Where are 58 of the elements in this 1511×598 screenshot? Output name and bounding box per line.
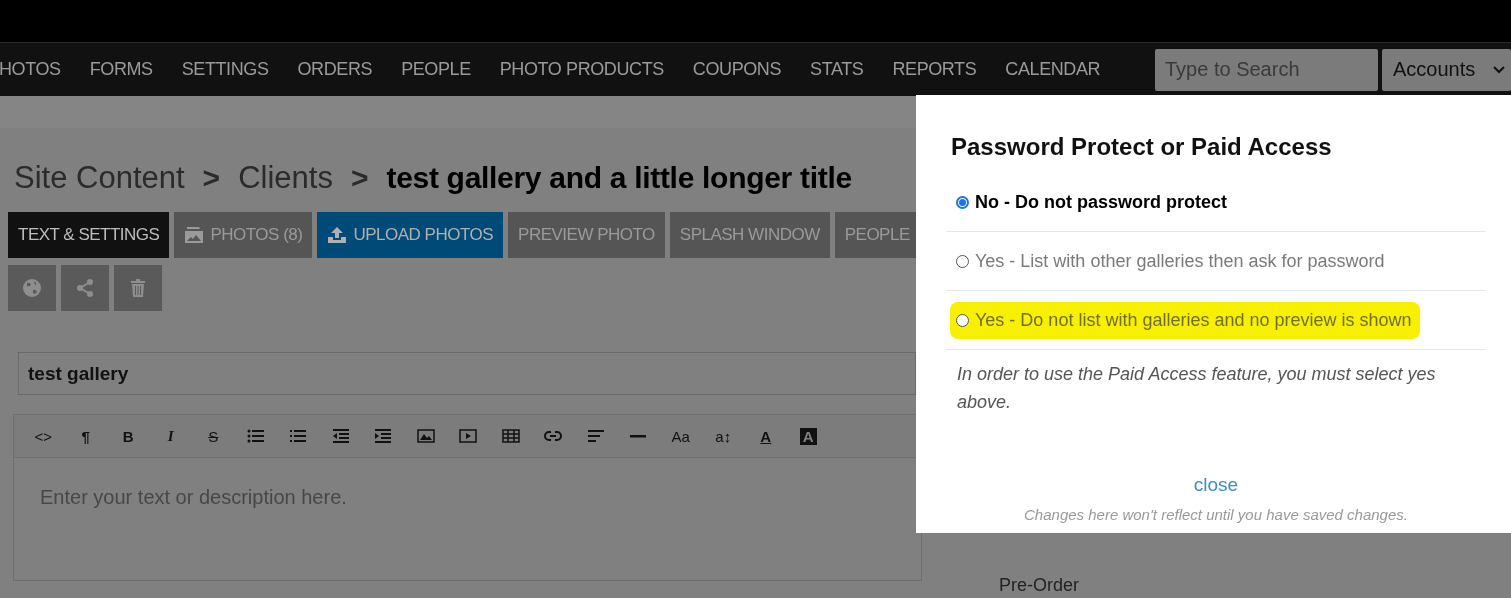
caret-icon[interactable] <box>1493 65 1505 74</box>
bulleted-list-icon[interactable] <box>246 427 265 445</box>
option-label[interactable]: No - Do not password protect <box>973 189 1229 215</box>
video-icon[interactable] <box>459 427 478 445</box>
tab[interactable]: UPLOAD PHOTOS <box>317 212 504 258</box>
upload-icon <box>327 226 348 244</box>
nav-item[interactable]: COUPONS <box>692 59 782 80</box>
title-field[interactable]: test gallery <box>18 352 916 395</box>
accounts-dropdown[interactable]: Accounts <box>1382 48 1511 91</box>
list-item[interactable]: Pre-Order <box>984 568 1444 598</box>
format-button[interactable]: Aa <box>671 427 690 445</box>
breadcrumb-separator: > <box>350 161 369 195</box>
photo-icon <box>184 226 205 244</box>
image-icon[interactable] <box>416 427 435 445</box>
indent-icon[interactable] <box>374 427 393 445</box>
format-button[interactable]: I <box>167 427 174 445</box>
nav-item[interactable]: STATS <box>810 59 864 80</box>
nav-item[interactable]: FORMS <box>89 59 153 80</box>
radio-button[interactable] <box>956 254 969 268</box>
radio-button[interactable] <box>956 195 969 209</box>
trash-icon <box>128 278 148 298</box>
numbered-list-icon[interactable] <box>289 427 308 445</box>
format-button[interactable]: A <box>760 427 772 445</box>
tab[interactable]: TEXT & SETTINGS <box>8 212 170 258</box>
note-text: In order to use the Paid Access feature, you must select yes above. <box>957 363 1437 414</box>
breadcrumb-link[interactable]: Clients <box>238 160 333 196</box>
format-button[interactable]: B <box>122 427 134 445</box>
radio-button[interactable] <box>956 313 969 327</box>
text-editor[interactable]: <> ¶ B I S Aa a↕ A A Enter your text or description here. <box>13 414 922 581</box>
nav-item[interactable]: HOTOS <box>0 59 61 80</box>
nav-item[interactable]: CALENDAR <box>1005 59 1101 80</box>
page-title: test gallery and a little longer title <box>386 161 852 195</box>
format-button[interactable]: S <box>208 427 219 445</box>
nav-item[interactable]: ORDERS <box>297 59 373 80</box>
nav-item[interactable]: PEOPLE <box>401 59 471 80</box>
share-icon <box>75 278 95 298</box>
search-field[interactable]: Type to Search <box>1155 48 1378 91</box>
table-icon[interactable] <box>501 427 520 445</box>
option-label[interactable]: Yes - Do not list with galleries and no preview is shown <box>973 307 1414 333</box>
tab[interactable]: SPLASH WINDOW <box>669 212 830 258</box>
footnote-text: Changes here won't reflect until you have saved changes. <box>1023 506 1409 523</box>
nav-item[interactable]: SETTINGS <box>181 59 269 80</box>
format-button[interactable]: <> <box>34 427 52 445</box>
outdent-icon[interactable] <box>331 427 350 445</box>
tab[interactable]: PREVIEW PHOTO <box>508 212 665 258</box>
format-button[interactable]: ¶ <box>81 427 90 445</box>
format-button[interactable]: A <box>799 427 817 445</box>
nav-item[interactable]: REPORTS <box>892 59 977 80</box>
option-label[interactable]: Yes - List with other galleries then ask for password <box>973 248 1387 274</box>
modal-title: Password Protect or Paid Access <box>951 133 1333 161</box>
nav-item[interactable]: PHOTO PRODUCTS <box>499 59 664 80</box>
format-button[interactable]: a↕ <box>715 427 732 445</box>
breadcrumb-link[interactable]: Site Content <box>14 160 185 196</box>
align-left-icon[interactable] <box>586 427 605 445</box>
close-link[interactable]: close <box>1193 474 1239 496</box>
globe-icon <box>22 278 42 298</box>
breadcrumb-separator: > <box>202 161 221 195</box>
tab[interactable]: PHOTOS (8) <box>174 212 313 258</box>
